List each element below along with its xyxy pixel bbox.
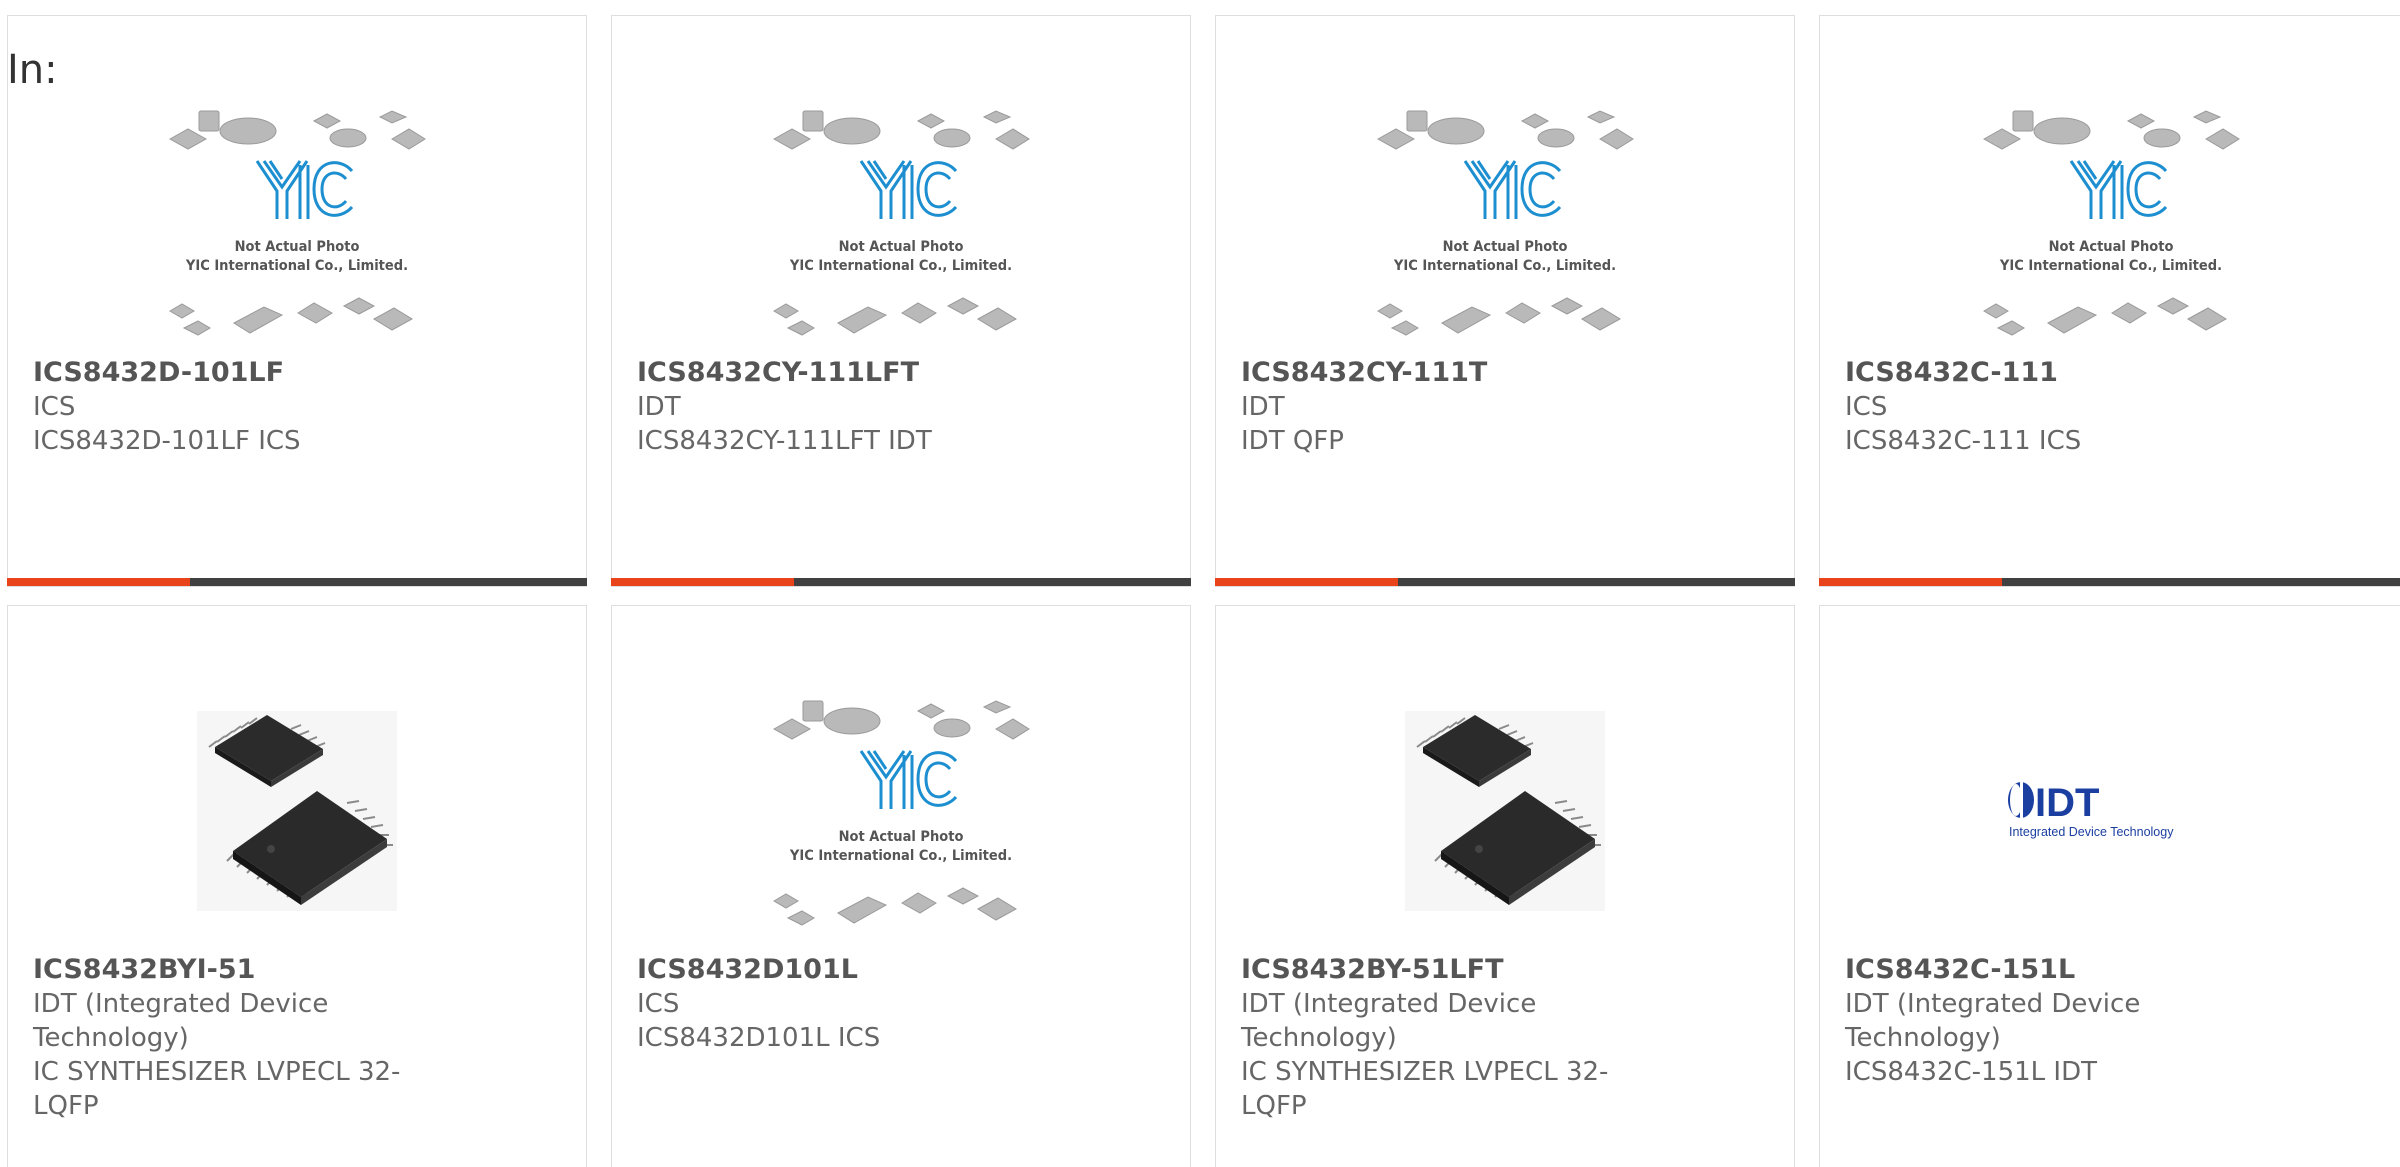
manufacturer: ICS [33,392,76,422]
product-image[interactable]: IDT Integrated Device Technology [1820,666,2400,956]
description: IC SYNTHESIZER LVPECL 32-LQFP [1241,1057,1609,1121]
description: ICS8432C-151L IDT [1845,1057,2097,1087]
product-card[interactable]: Not Actual Photo YIC International Co., … [611,15,1191,587]
part-number-link[interactable]: ICS8432C-111 [1845,356,2225,390]
not-actual-photo-image: Not Actual Photo YIC International Co., … [1982,110,2240,336]
product-info: ICS8432C-151L IDT (Integrated Device Tec… [1845,953,2225,1089]
svg-text:Not Actual Photo: Not Actual Photo [1443,239,1568,255]
part-number-link[interactable]: ICS8432D101L [637,953,1017,987]
product-card[interactable]: Not Actual Photo YIC International Co., … [1215,15,1795,587]
product-info: ICS8432CY-111T IDT IDT QFP [1241,356,1621,458]
svg-text:Not Actual Photo: Not Actual Photo [235,239,360,255]
svg-text:IDT: IDT [2035,781,2099,825]
card-bottom-bar [1215,578,1795,586]
product-image[interactable] [8,666,586,956]
product-info: ICS8432C-111 ICS ICS8432C-111 ICS [1845,356,2225,458]
description: ICS8432D-101LF ICS [33,426,301,456]
card-accent [7,578,190,586]
part-number-link[interactable]: ICS8432BY-51LFT [1241,953,1621,987]
svg-text:YIC International Co., Limited: YIC International Co., Limited. [789,258,1012,274]
page-label: In: [7,47,58,93]
description: IDT QFP [1241,426,1344,456]
product-card[interactable]: Not Actual Photo YIC International Co., … [7,15,587,587]
part-number-link[interactable]: ICS8432CY-111LFT [637,356,1017,390]
part-number-link[interactable]: ICS8432CY-111T [1241,356,1621,390]
lqfp-chip-image [1405,711,1605,911]
product-info: ICS8432CY-111LFT IDT ICS8432CY-111LFT ID… [637,356,1017,458]
card-accent [611,578,794,586]
card-bottom-bar [1819,578,2400,586]
lqfp-chip-image [197,711,397,911]
manufacturer: ICS [1845,392,1888,422]
product-image[interactable]: Not Actual Photo YIC International Co., … [612,76,1190,366]
manufacturer: IDT [1241,392,1285,422]
svg-text:YIC International Co., Limited: YIC International Co., Limited. [185,258,408,274]
manufacturer: IDT (Integrated Device Technology) [33,989,329,1053]
product-card[interactable]: ICS8432BY-51LFT IDT (Integrated Device T… [1215,605,1795,1167]
svg-text:Not Actual Photo: Not Actual Photo [839,239,964,255]
part-number-link[interactable]: ICS8432C-151L [1845,953,2225,987]
description: IC SYNTHESIZER LVPECL 32-LQFP [33,1057,401,1121]
svg-text:YIC International Co., Limited: YIC International Co., Limited. [789,848,1012,864]
manufacturer: IDT (Integrated Device Technology) [1845,989,2141,1053]
product-card[interactable]: Not Actual Photo YIC International Co., … [1819,15,2400,587]
manufacturer: IDT [637,392,681,422]
not-actual-photo-image: Not Actual Photo YIC International Co., … [772,110,1030,336]
product-image[interactable]: Not Actual Photo YIC International Co., … [1216,76,1794,366]
product-info: ICS8432BY-51LFT IDT (Integrated Device T… [1241,953,1621,1123]
product-card[interactable]: ICS8432BYI-51 IDT (Integrated Device Tec… [7,605,587,1167]
product-image[interactable]: Not Actual Photo YIC International Co., … [8,76,586,366]
svg-text:Not Actual Photo: Not Actual Photo [2049,239,2174,255]
card-bottom-bar [7,578,587,586]
product-image[interactable]: Not Actual Photo YIC International Co., … [612,666,1190,956]
not-actual-photo-image: Not Actual Photo YIC International Co., … [1376,110,1634,336]
product-grid: Not Actual Photo YIC International Co., … [7,15,2400,1167]
manufacturer: IDT (Integrated Device Technology) [1241,989,1537,1053]
description: ICS8432C-111 ICS [1845,426,2082,456]
product-info: ICS8432D101L ICS ICS8432D101L ICS [637,953,1017,1055]
card-bottom-bar [611,578,1191,586]
not-actual-photo-image: Not Actual Photo YIC International Co., … [168,110,426,336]
manufacturer: ICS [637,989,680,1019]
product-info: ICS8432D-101LF ICS ICS8432D-101LF ICS [33,356,413,458]
description: ICS8432CY-111LFT IDT [637,426,932,456]
svg-text:YIC International Co., Limited: YIC International Co., Limited. [1393,258,1616,274]
part-number-link[interactable]: ICS8432D-101LF [33,356,413,390]
card-accent [1819,578,2002,586]
product-image[interactable] [1216,666,1794,956]
svg-text:YIC International Co., Limited: YIC International Co., Limited. [1999,258,2222,274]
svg-text:Integrated Device Technology: Integrated Device Technology [2009,825,2174,839]
product-image[interactable]: Not Actual Photo YIC International Co., … [1820,76,2400,366]
svg-text:Not Actual Photo: Not Actual Photo [839,829,964,845]
card-accent [1215,578,1398,586]
product-info: ICS8432BYI-51 IDT (Integrated Device Tec… [33,953,413,1123]
product-card[interactable]: Not Actual Photo YIC International Co., … [611,605,1191,1167]
product-card[interactable]: IDT Integrated Device Technology ICS8432… [1819,605,2400,1167]
idt-logo: IDT Integrated Device Technology [2008,781,2174,839]
description: ICS8432D101L ICS [637,1023,881,1053]
part-number-link[interactable]: ICS8432BYI-51 [33,953,413,987]
not-actual-photo-image: Not Actual Photo YIC International Co., … [772,700,1030,926]
